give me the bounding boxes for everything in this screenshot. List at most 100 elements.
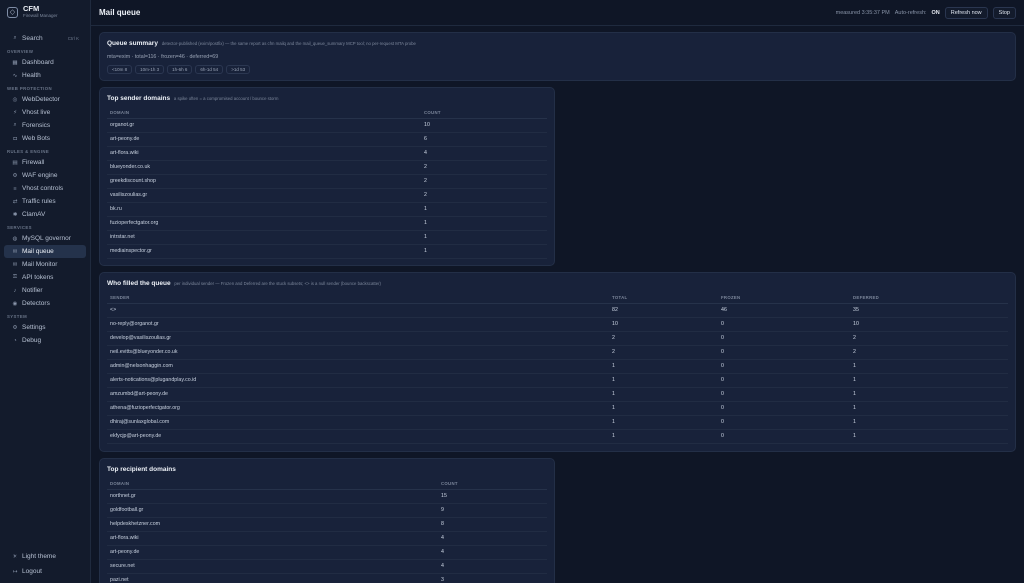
table-cell: 2 xyxy=(421,174,547,189)
logout-label: Logout xyxy=(22,568,42,575)
table-cell: 0 xyxy=(718,401,850,416)
recipient-domains-title: Top recipient domains xyxy=(107,466,176,473)
sidebar-item-clamav[interactable]: ✱ ClamAV xyxy=(4,208,86,221)
table-cell: 2 xyxy=(850,331,1008,346)
table-row: organot.gr 10 xyxy=(107,118,547,133)
sidebar-item-waf-engine[interactable]: ⚙ WAF engine xyxy=(4,169,86,182)
table-cell: 0 xyxy=(718,317,850,332)
column-header-sender: SENDER xyxy=(107,292,609,304)
sidebar-footer: ☀ Light theme ↦ Logout xyxy=(0,549,91,579)
refresh-now-button[interactable]: Refresh now xyxy=(944,6,988,19)
sidebar-item-dashboard[interactable]: ▦ Dashboard xyxy=(4,56,86,69)
mail-monitor-icon: ✉ xyxy=(12,261,18,268)
sidebar-item-api-tokens[interactable]: ⚿ API tokens xyxy=(4,271,86,284)
sidebar-item-mysql-governor[interactable]: ◍ MySQL governor xyxy=(4,232,86,245)
traffic-icon: ⇄ xyxy=(12,198,18,205)
table-cell: organot.gr xyxy=(107,118,421,133)
sidebar-item-label: MySQL governor xyxy=(22,235,71,242)
grid-icon: ▦ xyxy=(12,59,18,66)
sidebar-item-label: Mail queue xyxy=(22,248,54,255)
table-cell: 10 xyxy=(850,317,1008,332)
section-web-protection: WEB PROTECTION xyxy=(7,86,52,91)
table-cell: 2 xyxy=(850,345,1008,360)
sidebar-item-webdetector[interactable]: ◎ WebDetector xyxy=(4,93,86,106)
sidebar-item-health[interactable]: ∿ Health xyxy=(4,69,86,82)
table-cell: fuzioperfectgator.org xyxy=(107,216,421,231)
table-cell: mediainspector.gr xyxy=(107,244,421,259)
bolt-icon: ⚡ xyxy=(13,109,17,116)
table-cell: art-flora.wiki xyxy=(107,146,421,161)
sidebar-item-vhost-controls[interactable]: ≡ Vhost controls xyxy=(4,182,86,195)
table-cell: admin@nelsonhaggin.com xyxy=(107,359,609,374)
table-cell: 1 xyxy=(850,387,1008,402)
sidebar-item-label: API tokens xyxy=(22,274,54,281)
sender-domains-card: Top sender domains a spike often = a com… xyxy=(99,87,555,266)
mail-icon: ✉ xyxy=(12,248,18,255)
sidebar-item-detectors[interactable]: ◉ Detectors xyxy=(4,297,86,310)
column-header-count: COUNT xyxy=(421,107,547,119)
sidebar-item-mail-monitor[interactable]: ✉ Mail Monitor xyxy=(4,258,86,271)
sender-domains-note: a spike often = a compromised account / … xyxy=(173,96,279,101)
table-cell: 6 xyxy=(421,132,547,147)
table-cell: blueyonder.co.uk xyxy=(107,160,421,175)
table-cell: 1 xyxy=(421,230,547,245)
table-cell: 8 xyxy=(438,517,547,532)
table-cell: amzumbd@art-peony.de xyxy=(107,387,609,402)
table-row: blueyonder.co.uk 2 xyxy=(107,160,547,175)
light-theme-button[interactable]: ☀ Light theme xyxy=(4,549,87,564)
key-icon: ⚿ xyxy=(12,274,18,280)
table-cell: 2 xyxy=(609,345,718,360)
auto-refresh-state[interactable]: ON xyxy=(932,10,940,16)
sidebar-item-forensics[interactable]: ⌕ Forensics xyxy=(4,119,86,132)
sender-domains-title: Top sender domains xyxy=(107,95,171,102)
sidebar-item-debug[interactable]: ◔ Debug xyxy=(4,334,86,347)
sidebar-item-mail-queue[interactable]: ✉ Mail queue xyxy=(4,245,86,258)
table-row: develop@vasiliszoulias.gr 2 0 2 xyxy=(107,331,1008,346)
stop-button[interactable]: Stop xyxy=(992,6,1016,19)
search-button[interactable]: ⌕ Search Ctrl K xyxy=(4,32,86,45)
search-icon: ⌕ xyxy=(13,35,17,41)
table-row: admin@nelsonhaggin.com 1 0 1 xyxy=(107,359,1008,374)
page-title: Mail queue xyxy=(99,8,141,17)
column-header-frozen: FROZEN xyxy=(718,292,850,304)
sidebar-item-label: Health xyxy=(22,72,41,79)
table-cell: 4 xyxy=(438,545,547,560)
table-cell: 1 xyxy=(421,216,547,231)
table-cell: art-flora.wiki xyxy=(107,531,438,546)
table-cell: neil.evitts@blueyonder.co.uk xyxy=(107,345,609,360)
recipient-domains-header: Top recipient domains xyxy=(107,466,547,473)
sidebar-item-web-bots[interactable]: ◘ Web Bots xyxy=(4,132,86,145)
table-row: secure.net 4 xyxy=(107,559,547,574)
recipient-domains-card: Top recipient domains DOMAIN COUNT north… xyxy=(99,458,555,583)
sidebar-item-notifier[interactable]: ♪ Notifier xyxy=(4,284,86,297)
fillers-note: per individual sender — Frozen and Defer… xyxy=(174,281,381,286)
queue-summary-line: mta=exim · total=116 · frozen=46 · defer… xyxy=(107,54,219,60)
sidebar-item-label: Vhost live xyxy=(22,109,51,116)
topbar-controls: measured 3:35:37 PM Auto-refresh: ON Ref… xyxy=(836,6,1016,19)
table-row: <> 82 46 35 xyxy=(107,303,1008,318)
sidebar-item-label: WAF engine xyxy=(22,172,58,179)
table-row: helpdeskhetzner.com 8 xyxy=(107,517,547,532)
age-chips: <10m 8 10m-1h 3 1h-6h 6 6h-1d 54 >1d 53 xyxy=(107,65,1008,74)
table-cell: 82 xyxy=(609,303,718,318)
table-cell: 4 xyxy=(438,559,547,574)
section-rules: RULES & ENGINE xyxy=(7,149,50,154)
sidebar-item-settings[interactable]: ⚙ Settings xyxy=(4,321,86,334)
table-cell: dhiraj@sunlaxglobal.com xyxy=(107,415,609,430)
sidebar-item-label: Settings xyxy=(22,324,46,331)
column-header-domain: DOMAIN xyxy=(107,107,421,119)
recipient-domains-body: northnet.gr 15 goldfootball.gr 9 helpdeskhet… xyxy=(107,489,547,583)
app-name: CFM xyxy=(23,4,40,13)
logout-button[interactable]: ↦ Logout xyxy=(4,564,87,579)
sidebar-item-vhost-live[interactable]: ⚡ Vhost live xyxy=(4,106,86,119)
bug-icon: ◔ xyxy=(13,337,17,344)
table-cell: 1 xyxy=(421,244,547,259)
fillers-card: Who filled the queue per individual send… xyxy=(99,272,1016,452)
sidebar-item-traffic-rules[interactable]: ⇄ Traffic rules xyxy=(4,195,86,208)
table-row: alerts-notications@plugandplay.co.id 1 0 1 xyxy=(107,373,1008,388)
table-row: goldfootball.gr 9 xyxy=(107,503,547,518)
queue-summary-card: Queue summary detector-published (exim/p… xyxy=(99,32,1016,81)
table-row: mediainspector.gr 1 xyxy=(107,244,547,259)
table-cell: intrstar.net xyxy=(107,230,421,245)
sidebar-item-firewall[interactable]: ▤ Firewall xyxy=(4,156,86,169)
